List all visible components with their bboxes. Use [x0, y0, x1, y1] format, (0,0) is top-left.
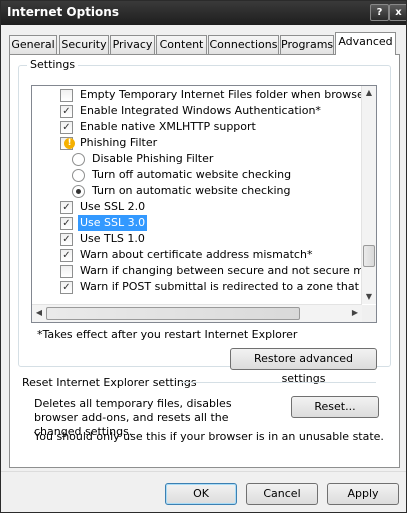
scroll-corner: [362, 305, 376, 322]
settings-item-label: Warn if changing between secure and not …: [80, 264, 362, 277]
reset-divider: [181, 382, 376, 383]
tab-programs[interactable]: Programs: [280, 35, 334, 54]
tab-privacy[interactable]: Privacy: [110, 35, 155, 54]
settings-item-label: Warn about certificate address mismatch*: [80, 248, 313, 261]
checkbox-checked[interactable]: ✓: [60, 201, 73, 214]
restart-note: *Takes effect after you restart Internet…: [37, 328, 298, 341]
reset-button[interactable]: Reset...: [291, 396, 379, 418]
tab-general[interactable]: General: [9, 35, 57, 54]
warning-shield-icon: !: [64, 138, 75, 149]
settings-item-label: Use SSL 2.0: [80, 200, 146, 213]
settings-item-label: Enable Integrated Windows Authentication…: [80, 104, 321, 117]
settings-item-label: Warn if POST submittal is redirected to …: [80, 280, 362, 293]
scroll-left-arrow-icon[interactable]: ◀: [32, 306, 46, 320]
settings-item-label: Use SSL 3.0: [76, 214, 149, 232]
settings-item-label: Empty Temporary Internet Files folder wh…: [80, 88, 362, 101]
tab-content[interactable]: Content: [156, 35, 207, 54]
settings-item-label: Use TLS 1.0: [80, 232, 145, 245]
radio-unselected[interactable]: [72, 153, 85, 166]
vertical-scroll-thumb[interactable]: [363, 244, 375, 267]
settings-group-label: Settings: [27, 58, 79, 71]
checkbox-checked[interactable]: ✓: [60, 105, 73, 118]
horizontal-scroll-thumb[interactable]: [46, 307, 300, 320]
ok-button[interactable]: OK: [165, 483, 237, 505]
vertical-scrollbar[interactable]: ▲ ▼: [361, 86, 376, 304]
tab-advanced[interactable]: Advanced: [335, 32, 396, 55]
scroll-down-arrow-icon[interactable]: ▼: [362, 290, 376, 304]
settings-item-label: Enable native XMLHTTP support: [80, 120, 256, 133]
settings-item-label: Phishing Filter: [80, 136, 158, 149]
settings-list-rows: Empty Temporary Internet Files folder wh…: [32, 86, 362, 304]
checkbox-checked[interactable]: ✓: [60, 121, 73, 134]
checkbox-unchecked[interactable]: [60, 265, 73, 278]
checkbox-unchecked[interactable]: [60, 89, 73, 102]
cancel-button[interactable]: Cancel: [246, 483, 318, 505]
scroll-up-arrow-icon[interactable]: ▲: [362, 86, 376, 100]
checkbox-checked[interactable]: ✓: [60, 249, 73, 262]
radio-unselected[interactable]: [72, 169, 85, 182]
scroll-right-arrow-icon[interactable]: ▶: [348, 306, 362, 320]
tab-connections[interactable]: Connections: [208, 35, 279, 54]
settings-item-label: Turn on automatic website checking: [92, 184, 291, 197]
apply-button[interactable]: Apply: [327, 483, 399, 505]
restore-advanced-settings-button[interactable]: Restore advanced settings: [230, 348, 377, 385]
tab-security[interactable]: Security: [59, 35, 109, 54]
reset-section-title: Reset Internet Explorer settings: [22, 376, 197, 389]
settings-item-label: Disable Phishing Filter: [92, 152, 214, 165]
window-title: Internet Options: [7, 5, 119, 19]
reset-warning: You should only use this if your browser…: [34, 430, 384, 443]
footer-divider: [1, 471, 406, 472]
close-button[interactable]: x: [389, 4, 406, 21]
checkbox-checked[interactable]: ✓: [60, 217, 73, 230]
settings-item-label: Turn off automatic website checking: [92, 168, 292, 181]
title-bar[interactable]: Internet Options ? x: [1, 1, 406, 25]
radio-dot: [76, 189, 81, 194]
help-button[interactable]: ?: [370, 4, 389, 21]
settings-list[interactable]: Empty Temporary Internet Files folder wh…: [31, 85, 377, 323]
horizontal-scrollbar[interactable]: ◀ ▶: [32, 304, 362, 322]
checkbox-checked[interactable]: ✓: [60, 281, 73, 294]
internet-options-dialog: Internet Options ? x General Security Pr…: [0, 0, 407, 513]
checkbox-checked[interactable]: ✓: [60, 233, 73, 246]
radio-selected[interactable]: [72, 185, 85, 198]
